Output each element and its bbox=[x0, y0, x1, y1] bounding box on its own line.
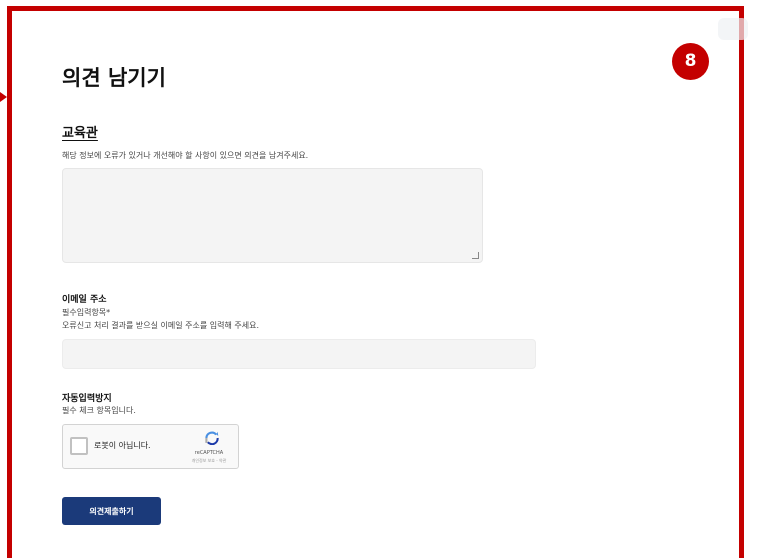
captcha-section-label: 자동입력방지 bbox=[62, 394, 112, 404]
section-title: 교육관 bbox=[62, 126, 98, 141]
recaptcha-checkbox[interactable] bbox=[70, 437, 88, 455]
page-title: 의견 남기기 bbox=[62, 66, 166, 90]
email-input[interactable] bbox=[62, 339, 536, 369]
feedback-textarea[interactable] bbox=[62, 168, 483, 263]
pointer-arrow-icon bbox=[0, 92, 7, 102]
captcha-help-text: 필수 체크 항목입니다. bbox=[62, 406, 136, 415]
recaptcha-brand: reCAPTCHA bbox=[194, 450, 224, 456]
resize-handle-icon[interactable] bbox=[472, 252, 479, 259]
recaptcha-logo-icon bbox=[205, 431, 219, 445]
faded-icon bbox=[718, 18, 748, 40]
submit-feedback-button[interactable]: 의견제출하기 bbox=[62, 497, 161, 525]
recaptcha-widget: 로봇이 아닙니다. reCAPTCHA 개인정보 보호 - 약관 bbox=[62, 424, 239, 469]
email-required-note: 필수입력항목* bbox=[62, 308, 111, 317]
section-help-text: 해당 정보에 오류가 있거나 개선해야 할 사항이 있으면 의견을 남겨주세요. bbox=[62, 151, 309, 160]
email-help-text: 오류신고 처리 결과를 받으실 이메일 주소를 입력해 주세요. bbox=[62, 321, 259, 330]
email-label: 이메일 주소 bbox=[62, 295, 107, 305]
recaptcha-label: 로봇이 아닙니다. bbox=[94, 441, 151, 450]
step-badge: 8 bbox=[672, 43, 709, 80]
recaptcha-terms-link[interactable]: 개인정보 보호 - 약관 bbox=[183, 458, 235, 464]
